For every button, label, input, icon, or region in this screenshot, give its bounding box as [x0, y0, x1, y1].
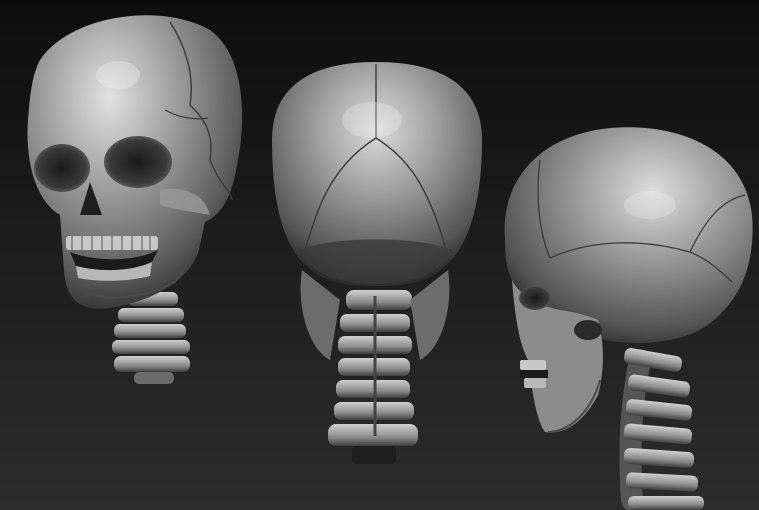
- skull-front-view: [27, 15, 243, 384]
- eye-socket-side: [519, 286, 551, 310]
- skull-side-view: [504, 127, 753, 510]
- eye-socket-right: [104, 136, 172, 188]
- eye-socket-left: [34, 144, 90, 192]
- skull-back-view: [272, 62, 482, 464]
- sculpt-render: [27, 15, 753, 510]
- cervical-spine-front: [112, 292, 190, 384]
- cervical-spine-side: [619, 348, 704, 510]
- render-viewport: [0, 0, 759, 510]
- cervical-spine-back: [328, 290, 418, 464]
- teeth-upper: [66, 236, 158, 250]
- teeth-side: [520, 360, 548, 388]
- ear-canal: [574, 320, 602, 340]
